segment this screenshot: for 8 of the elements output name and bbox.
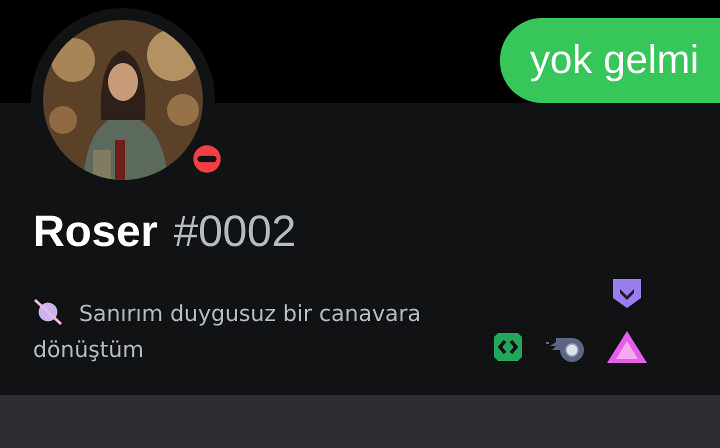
discriminator: #0002 xyxy=(174,207,296,257)
bio-text: Sanırım duygusuz bir canavara dönüştüm xyxy=(33,297,453,369)
chevron-shield-badge-icon xyxy=(612,278,642,308)
username: Roser xyxy=(33,207,158,257)
triangle-gem-badge-icon xyxy=(607,331,647,363)
message-bubble: yok gelmi xyxy=(500,18,720,103)
planet-icon xyxy=(33,297,63,327)
code-badge-icon xyxy=(493,332,523,362)
